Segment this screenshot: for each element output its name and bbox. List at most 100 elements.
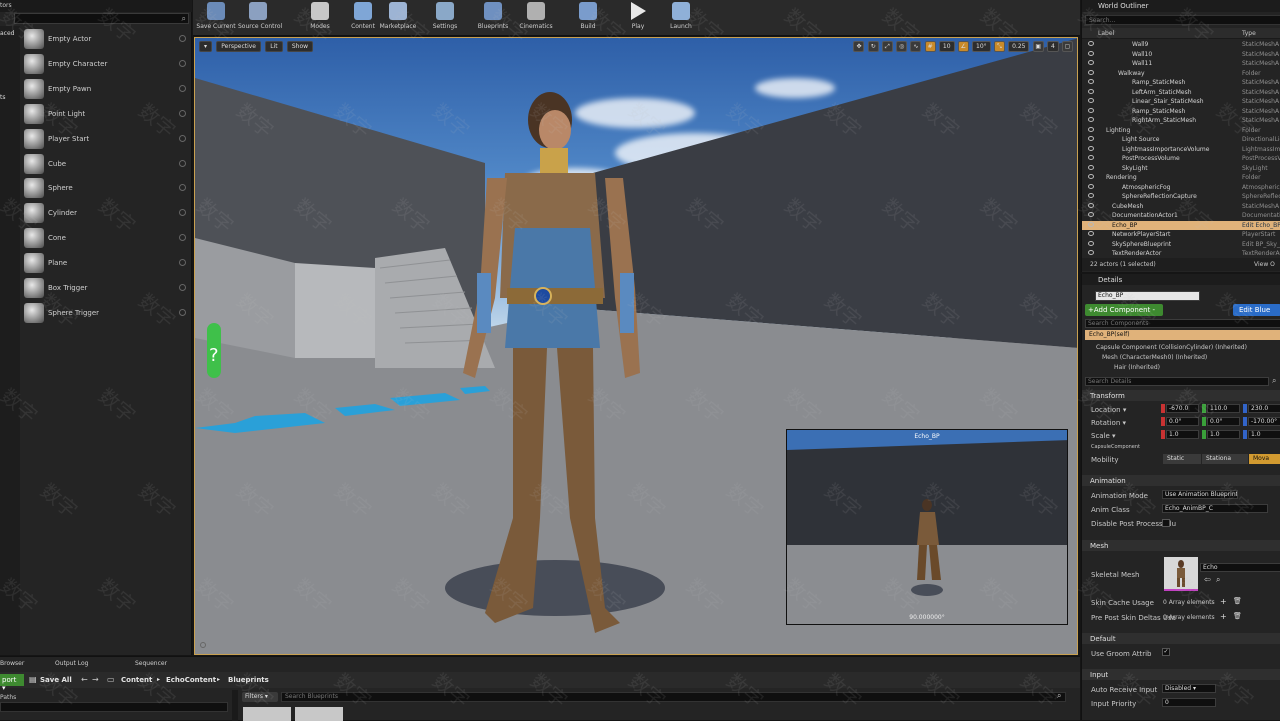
toolbar-button-save-current[interactable]: Save Current <box>196 2 236 34</box>
location-label[interactable]: Location ▾ <box>1091 406 1126 414</box>
info-icon[interactable] <box>179 284 186 291</box>
visibility-eye-icon[interactable] <box>1088 231 1094 236</box>
outliner-row[interactable]: Wall11 StaticMeshA <box>1082 59 1280 69</box>
tab-output-log[interactable]: Output Log <box>55 660 88 667</box>
outliner-row[interactable]: Ramp_StaticMesh StaticMeshA <box>1082 107 1280 117</box>
component-mesh[interactable]: Mesh (CharacterMesh0) (Inherited) <box>1082 354 1280 363</box>
place-item[interactable]: Player Start <box>22 127 190 151</box>
translate-tool-icon[interactable]: ✥ <box>853 41 865 52</box>
outliner-col-type[interactable]: Type <box>1242 30 1256 37</box>
outliner-search-input[interactable]: Search... <box>1085 15 1280 25</box>
viewport-menu-button[interactable]: ▾ <box>199 41 213 52</box>
auto-receive-dropdown[interactable]: Disabled ▾ <box>1162 684 1216 693</box>
outliner-row[interactable]: CubeMesh StaticMeshA <box>1082 202 1280 212</box>
info-icon[interactable] <box>179 109 186 117</box>
component-capsule[interactable]: Capsule Component (CollisionCylinder) (I… <box>1082 344 1280 353</box>
world-local-icon[interactable]: ◎ <box>896 41 908 52</box>
location-field-z[interactable]: 230.0 <box>1248 404 1280 413</box>
tab-sequencer[interactable]: Sequencer <box>135 660 167 667</box>
level-viewport[interactable]: ? ▾ Perspective Lit Show ✥ ↻ ⤢ ◎ ∿ # 10 … <box>194 37 1078 655</box>
rotate-tool-icon[interactable]: ↻ <box>867 41 879 52</box>
input-section[interactable]: Input <box>1082 669 1280 680</box>
paths-label[interactable]: Paths <box>0 694 16 701</box>
camera-speed-value[interactable]: 4 <box>1046 41 1059 52</box>
info-icon[interactable] <box>179 84 186 92</box>
asset-thumbnail-anim-bp[interactable] <box>295 707 343 721</box>
outliner-row[interactable]: LightmassImportanceVolume LightmassImpo <box>1082 145 1280 155</box>
visibility-eye-icon[interactable] <box>1088 183 1094 189</box>
place-item[interactable]: Empty Actor <box>22 27 190 51</box>
outliner-col-label[interactable]: Label <box>1098 30 1114 37</box>
rotation-snap-icon[interactable]: ∠ <box>957 41 969 52</box>
outliner-row[interactable]: Ramp_StaticMesh StaticMeshA <box>1082 78 1280 88</box>
toolbar-button-source-control[interactable]: Source Control <box>238 2 282 34</box>
outliner-row[interactable]: SphereReflectionCapture SphereReflecti <box>1082 192 1280 202</box>
outliner-row[interactable]: Rendering Folder <box>1082 173 1280 183</box>
info-icon[interactable] <box>179 59 186 67</box>
outliner-row[interactable]: Light Source DirectionalLig <box>1082 135 1280 145</box>
info-icon[interactable] <box>179 234 186 242</box>
component-hair[interactable]: Hair (Inherited) <box>1082 364 1280 373</box>
actor-name-field[interactable]: Echo_BP <box>1095 291 1200 301</box>
outliner-row[interactable]: Linear_Stair_StaticMesh StaticMeshA <box>1082 97 1280 107</box>
skeletal-mesh-thumbnail[interactable] <box>1164 557 1198 591</box>
modes-tab-label[interactable]: tors <box>0 2 12 9</box>
default-section[interactable]: Default <box>1082 633 1280 644</box>
place-item[interactable]: Box Trigger <box>22 276 190 300</box>
visibility-eye-icon[interactable] <box>1088 50 1094 56</box>
toolbar-button-content[interactable]: Content <box>343 2 383 34</box>
toolbar-button-launch[interactable]: Launch <box>661 2 701 34</box>
scale-snap-value[interactable]: 0.25 <box>1008 41 1030 52</box>
visibility-eye-icon[interactable] <box>1088 69 1094 75</box>
anim-class-dropdown[interactable]: Echo_AnimBP_C <box>1162 504 1268 513</box>
blueprint-search-input[interactable]: Search Blueprints <box>281 692 1066 702</box>
rotation-snap-value[interactable]: 10° <box>972 41 991 52</box>
visibility-eye-icon[interactable] <box>1088 117 1094 122</box>
visibility-eye-icon[interactable] <box>1088 202 1094 208</box>
info-icon[interactable] <box>179 35 186 42</box>
visibility-eye-icon[interactable] <box>1088 60 1094 65</box>
details-tab[interactable]: Details <box>1082 274 1280 285</box>
place-item[interactable]: Plane <box>22 251 190 275</box>
place-item[interactable]: Cylinder <box>22 201 190 225</box>
outliner-row[interactable]: LeftArm_StaticMesh StaticMeshA <box>1082 88 1280 98</box>
toolbar-button-blueprints[interactable]: Blueprints <box>473 2 513 34</box>
mesh-section[interactable]: Mesh <box>1082 540 1280 551</box>
arrow-left-icon[interactable]: ⇦ <box>1204 575 1211 584</box>
outliner-row[interactable]: Echo_BP Edit Echo_BP <box>1082 220 1280 230</box>
visibility-eye-icon[interactable] <box>1088 240 1094 246</box>
import-button[interactable]: port ▾ <box>0 674 24 692</box>
info-icon[interactable] <box>179 184 186 192</box>
toolbar-button-modes[interactable]: Modes <box>300 2 340 34</box>
outliner-row[interactable]: Lighting Folder <box>1082 126 1280 136</box>
mobility-static-button[interactable]: Static <box>1163 454 1201 464</box>
place-item[interactable]: Empty Pawn <box>22 77 190 101</box>
input-priority-field[interactable]: 0 <box>1162 698 1216 707</box>
scale-field-z[interactable]: 1.0 <box>1248 430 1280 439</box>
crumb-echocontent[interactable]: EchoContent <box>166 676 216 684</box>
place-item[interactable]: Cone <box>22 226 190 250</box>
search-icon[interactable]: ⌕ <box>1216 575 1220 585</box>
scale-field-x[interactable]: 1.0 <box>1166 430 1199 439</box>
mobility-movable-button[interactable]: Mova <box>1249 454 1280 464</box>
forward-arrow-icon[interactable]: → <box>92 675 99 684</box>
camera-speed-icon[interactable]: ▣ <box>1032 41 1044 52</box>
tab-content-browser[interactable]: Browser <box>0 660 24 667</box>
disable-post-process-checkbox[interactable] <box>1162 519 1170 527</box>
visibility-eye-icon[interactable] <box>1088 126 1094 132</box>
outliner-row[interactable]: SkyLight SkyLight <box>1082 164 1280 174</box>
visibility-eye-icon[interactable] <box>1088 193 1094 198</box>
info-icon[interactable] <box>179 134 186 142</box>
location-field-y[interactable]: 110.0 <box>1207 404 1240 413</box>
info-icon[interactable] <box>179 209 186 217</box>
back-arrow-icon[interactable]: ← <box>81 675 88 684</box>
lit-button[interactable]: Lit <box>265 41 283 52</box>
show-button[interactable]: Show <box>286 41 314 52</box>
grid-snap-value[interactable]: 10 <box>938 41 955 52</box>
perspective-button[interactable]: Perspective <box>216 41 261 52</box>
trash-icon[interactable]: 🗑 <box>1233 612 1242 620</box>
outliner-row[interactable]: PostProcessVolume PostProcessVo <box>1082 154 1280 164</box>
visibility-eye-icon[interactable] <box>1088 155 1094 160</box>
rotation-field-x[interactable]: 0.0° <box>1166 417 1199 426</box>
transform-section[interactable]: Transform <box>1082 390 1280 401</box>
